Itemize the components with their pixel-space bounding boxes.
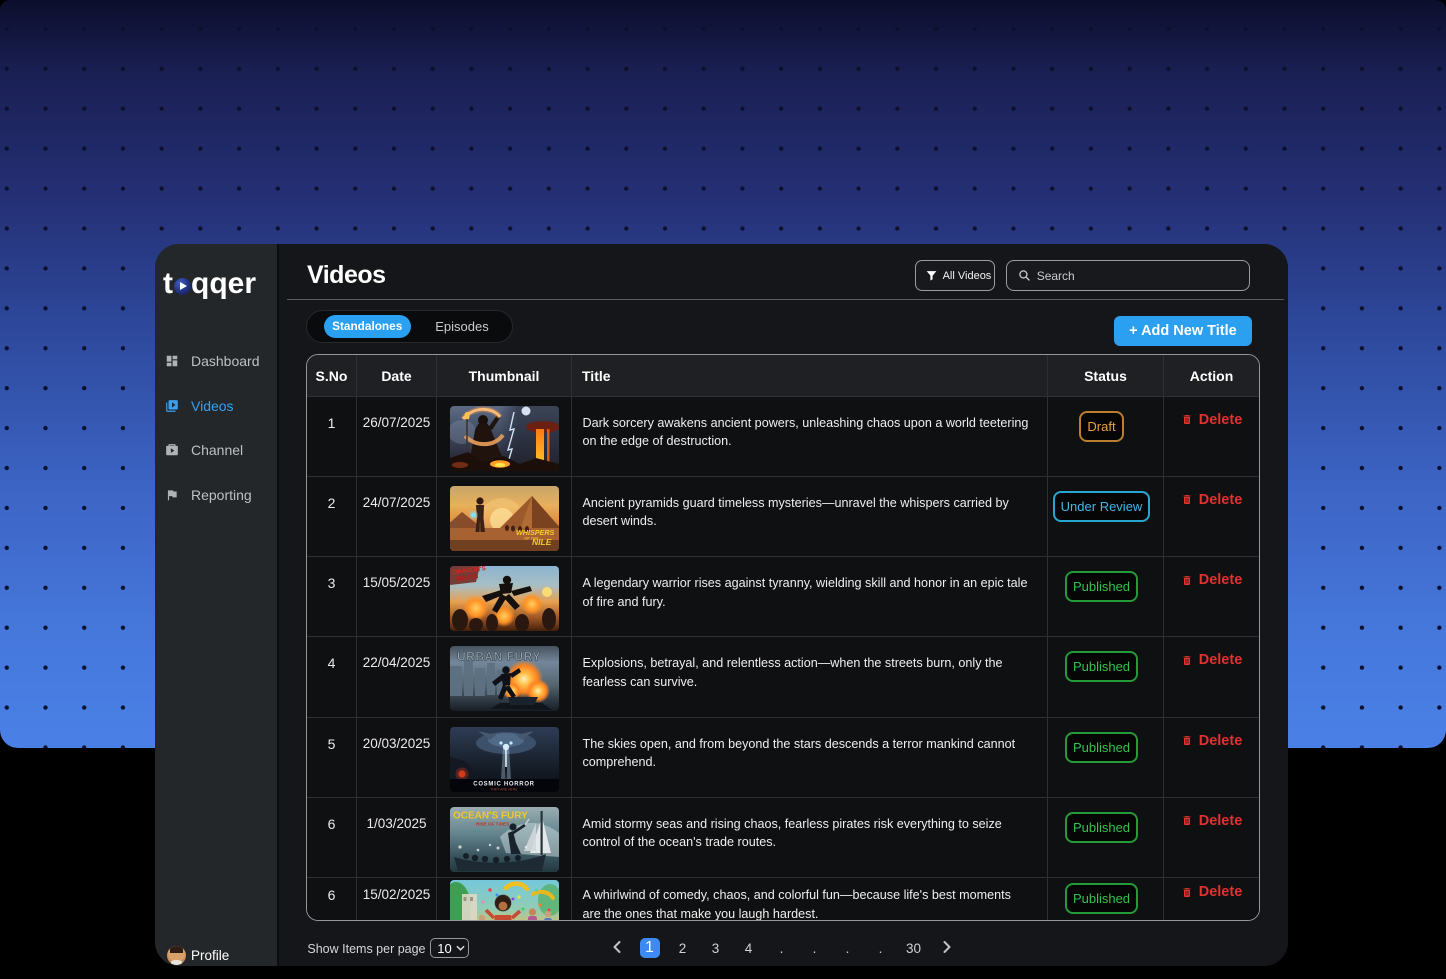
svg-text:RISE OF TIDES: RISE OF TIDES <box>476 821 509 826</box>
svg-text:NILE: NILE <box>532 537 552 547</box>
svg-text:OCEAN'S FURY: OCEAN'S FURY <box>453 810 528 821</box>
svg-text:THEY ARE HERE: THEY ARE HERE <box>490 787 518 791</box>
svg-text:URBAN FURY: URBAN FURY <box>457 650 541 664</box>
